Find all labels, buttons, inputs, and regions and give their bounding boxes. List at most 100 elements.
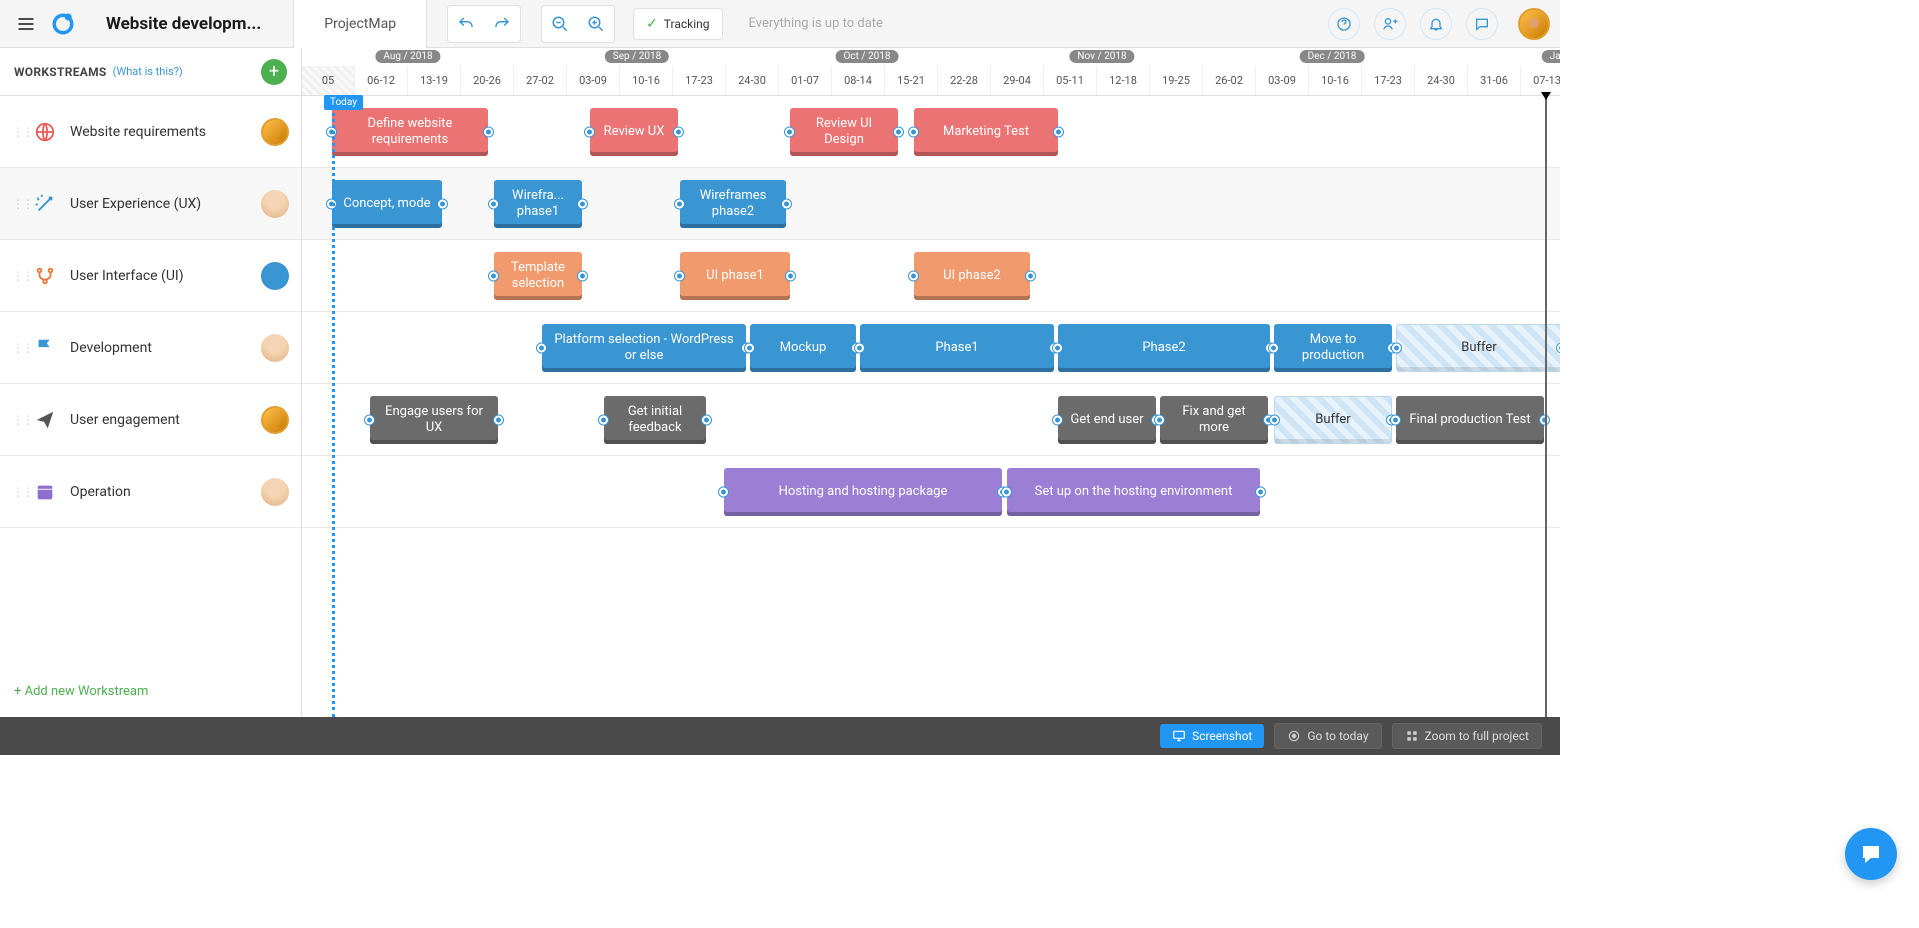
workstream-avatar[interactable] xyxy=(261,478,289,506)
week-column[interactable]: 24-30 xyxy=(1415,66,1468,95)
task-start-handle[interactable] xyxy=(537,344,546,353)
task-start-handle[interactable] xyxy=(489,200,498,209)
task-bar[interactable]: Platform selection - WordPress or else xyxy=(542,324,746,372)
week-column[interactable]: 10-16 xyxy=(620,66,673,95)
screenshot-button[interactable]: Screenshot xyxy=(1160,724,1264,748)
week-column[interactable]: 27-02 xyxy=(514,66,567,95)
sidebar-item-0[interactable]: ⋮⋮Website requirements xyxy=(0,96,301,168)
menu-button[interactable] xyxy=(10,8,42,40)
task-end-handle[interactable] xyxy=(1256,488,1265,497)
task-bar[interactable]: Set up on the hosting environment xyxy=(1007,468,1260,516)
task-start-handle[interactable] xyxy=(1392,344,1401,353)
task-end-handle[interactable] xyxy=(438,200,447,209)
task-start-handle[interactable] xyxy=(489,272,498,281)
task-bar[interactable]: Review UX xyxy=(590,108,678,156)
task-bar[interactable]: Fix and get more xyxy=(1160,396,1268,444)
week-column[interactable]: 26-02 xyxy=(1203,66,1256,95)
drag-handle-icon[interactable]: ⋮⋮ xyxy=(12,341,20,355)
task-start-handle[interactable] xyxy=(675,272,684,281)
workstream-avatar[interactable] xyxy=(261,118,289,146)
task-start-handle[interactable] xyxy=(599,416,608,425)
task-bar[interactable]: Define website requirements xyxy=(332,108,488,156)
sidebar-item-4[interactable]: ⋮⋮User engagement xyxy=(0,384,301,456)
task-start-handle[interactable] xyxy=(365,416,374,425)
task-end-handle[interactable] xyxy=(1054,128,1063,137)
sidebar-item-1[interactable]: ⋮⋮User Experience (UX) xyxy=(0,168,301,240)
track-row[interactable]: Template selection UI phase1 UI phase2 xyxy=(302,240,1560,312)
week-column[interactable]: 06-12 xyxy=(355,66,408,95)
task-start-handle[interactable] xyxy=(1053,416,1062,425)
task-bar[interactable]: Move to production xyxy=(1274,324,1392,372)
track-row[interactable]: Hosting and hosting packageSet up on the… xyxy=(302,456,1560,528)
task-bar[interactable]: Concept, mode xyxy=(332,180,442,228)
task-end-handle[interactable] xyxy=(894,128,903,137)
notifications-button[interactable] xyxy=(1420,8,1452,40)
week-column[interactable]: 07-13 xyxy=(1521,66,1560,95)
add-workstream-button[interactable]: + xyxy=(261,59,287,85)
task-end-handle[interactable] xyxy=(674,128,683,137)
task-end-handle[interactable] xyxy=(484,128,493,137)
week-column[interactable]: 15-21 xyxy=(885,66,938,95)
week-column[interactable]: 05 xyxy=(302,66,355,95)
undo-button[interactable] xyxy=(450,8,482,40)
workstream-avatar[interactable] xyxy=(261,190,289,218)
task-bar[interactable]: Wirefra... phase1 xyxy=(494,180,582,228)
task-bar[interactable]: UI phase1 xyxy=(680,252,790,300)
task-start-handle[interactable] xyxy=(785,128,794,137)
task-end-handle[interactable] xyxy=(782,200,791,209)
week-column[interactable]: 17-23 xyxy=(673,66,726,95)
drag-handle-icon[interactable]: ⋮⋮ xyxy=(12,197,20,211)
workstreams-help-link[interactable]: (What is this?) xyxy=(113,65,183,78)
task-bar[interactable]: Mockup xyxy=(750,324,856,372)
workstream-avatar[interactable] xyxy=(261,262,289,290)
week-column[interactable]: 13-19 xyxy=(408,66,461,95)
task-start-handle[interactable] xyxy=(1270,416,1279,425)
task-bar[interactable]: Marketing Test xyxy=(914,108,1058,156)
workstream-avatar[interactable] xyxy=(261,406,289,434)
task-end-handle[interactable] xyxy=(1026,272,1035,281)
task-bar[interactable]: Get initial feedback xyxy=(604,396,706,444)
tab-projectmap[interactable]: ProjectMap xyxy=(293,0,427,48)
task-start-handle[interactable] xyxy=(719,488,728,497)
task-start-handle[interactable] xyxy=(1155,416,1164,425)
task-bar[interactable]: Get end user xyxy=(1058,396,1156,444)
week-column[interactable]: 22-28 xyxy=(938,66,991,95)
task-bar[interactable]: Phase2 xyxy=(1058,324,1270,372)
week-column[interactable]: 24-30 xyxy=(726,66,779,95)
task-start-handle[interactable] xyxy=(1002,488,1011,497)
task-bar[interactable]: Buffer xyxy=(1274,396,1392,444)
tracking-button[interactable]: ✓ Tracking xyxy=(633,8,722,40)
zoom-full-button[interactable]: Zoom to full project xyxy=(1392,723,1542,749)
drag-handle-icon[interactable]: ⋮⋮ xyxy=(12,269,20,283)
week-column[interactable]: 01-07 xyxy=(779,66,832,95)
task-start-handle[interactable] xyxy=(909,272,918,281)
task-bar[interactable]: Phase1 xyxy=(860,324,1054,372)
week-column[interactable]: 03-09 xyxy=(1256,66,1309,95)
drag-handle-icon[interactable]: ⋮⋮ xyxy=(12,485,20,499)
week-column[interactable]: 03-09 xyxy=(567,66,620,95)
task-bar[interactable]: Hosting and hosting package xyxy=(724,468,1002,516)
task-bar[interactable]: Final production Test xyxy=(1396,396,1544,444)
task-bar[interactable]: Buffer xyxy=(1396,324,1560,372)
task-start-handle[interactable] xyxy=(909,128,918,137)
task-bar[interactable]: UI phase2 xyxy=(914,252,1030,300)
track-row[interactable]: Platform selection - WordPress or elseMo… xyxy=(302,312,1560,384)
sidebar-item-5[interactable]: ⋮⋮Operation xyxy=(0,456,301,528)
week-column[interactable]: 31-06 xyxy=(1468,66,1521,95)
task-start-handle[interactable] xyxy=(1391,416,1400,425)
sidebar-item-2[interactable]: ⋮⋮User Interface (UI) xyxy=(0,240,301,312)
task-end-handle[interactable] xyxy=(786,272,795,281)
invite-button[interactable] xyxy=(1374,8,1406,40)
week-column[interactable]: 29-04 xyxy=(991,66,1044,95)
task-bar[interactable]: Review UI Design xyxy=(790,108,898,156)
timeline[interactable]: Aug / 2018Sep / 2018Oct / 2018Nov / 2018… xyxy=(302,48,1560,717)
chat-fab[interactable] xyxy=(1845,828,1897,880)
task-bar[interactable]: Template selection xyxy=(494,252,582,300)
week-column[interactable]: 17-23 xyxy=(1362,66,1415,95)
help-button[interactable] xyxy=(1328,8,1360,40)
week-column[interactable]: 10-16 xyxy=(1309,66,1362,95)
track-row[interactable]: Define website requirements Review UX Revi… xyxy=(302,96,1560,168)
workstream-avatar[interactable] xyxy=(261,334,289,362)
zoom-out-button[interactable] xyxy=(544,8,576,40)
week-column[interactable]: 12-18 xyxy=(1097,66,1150,95)
